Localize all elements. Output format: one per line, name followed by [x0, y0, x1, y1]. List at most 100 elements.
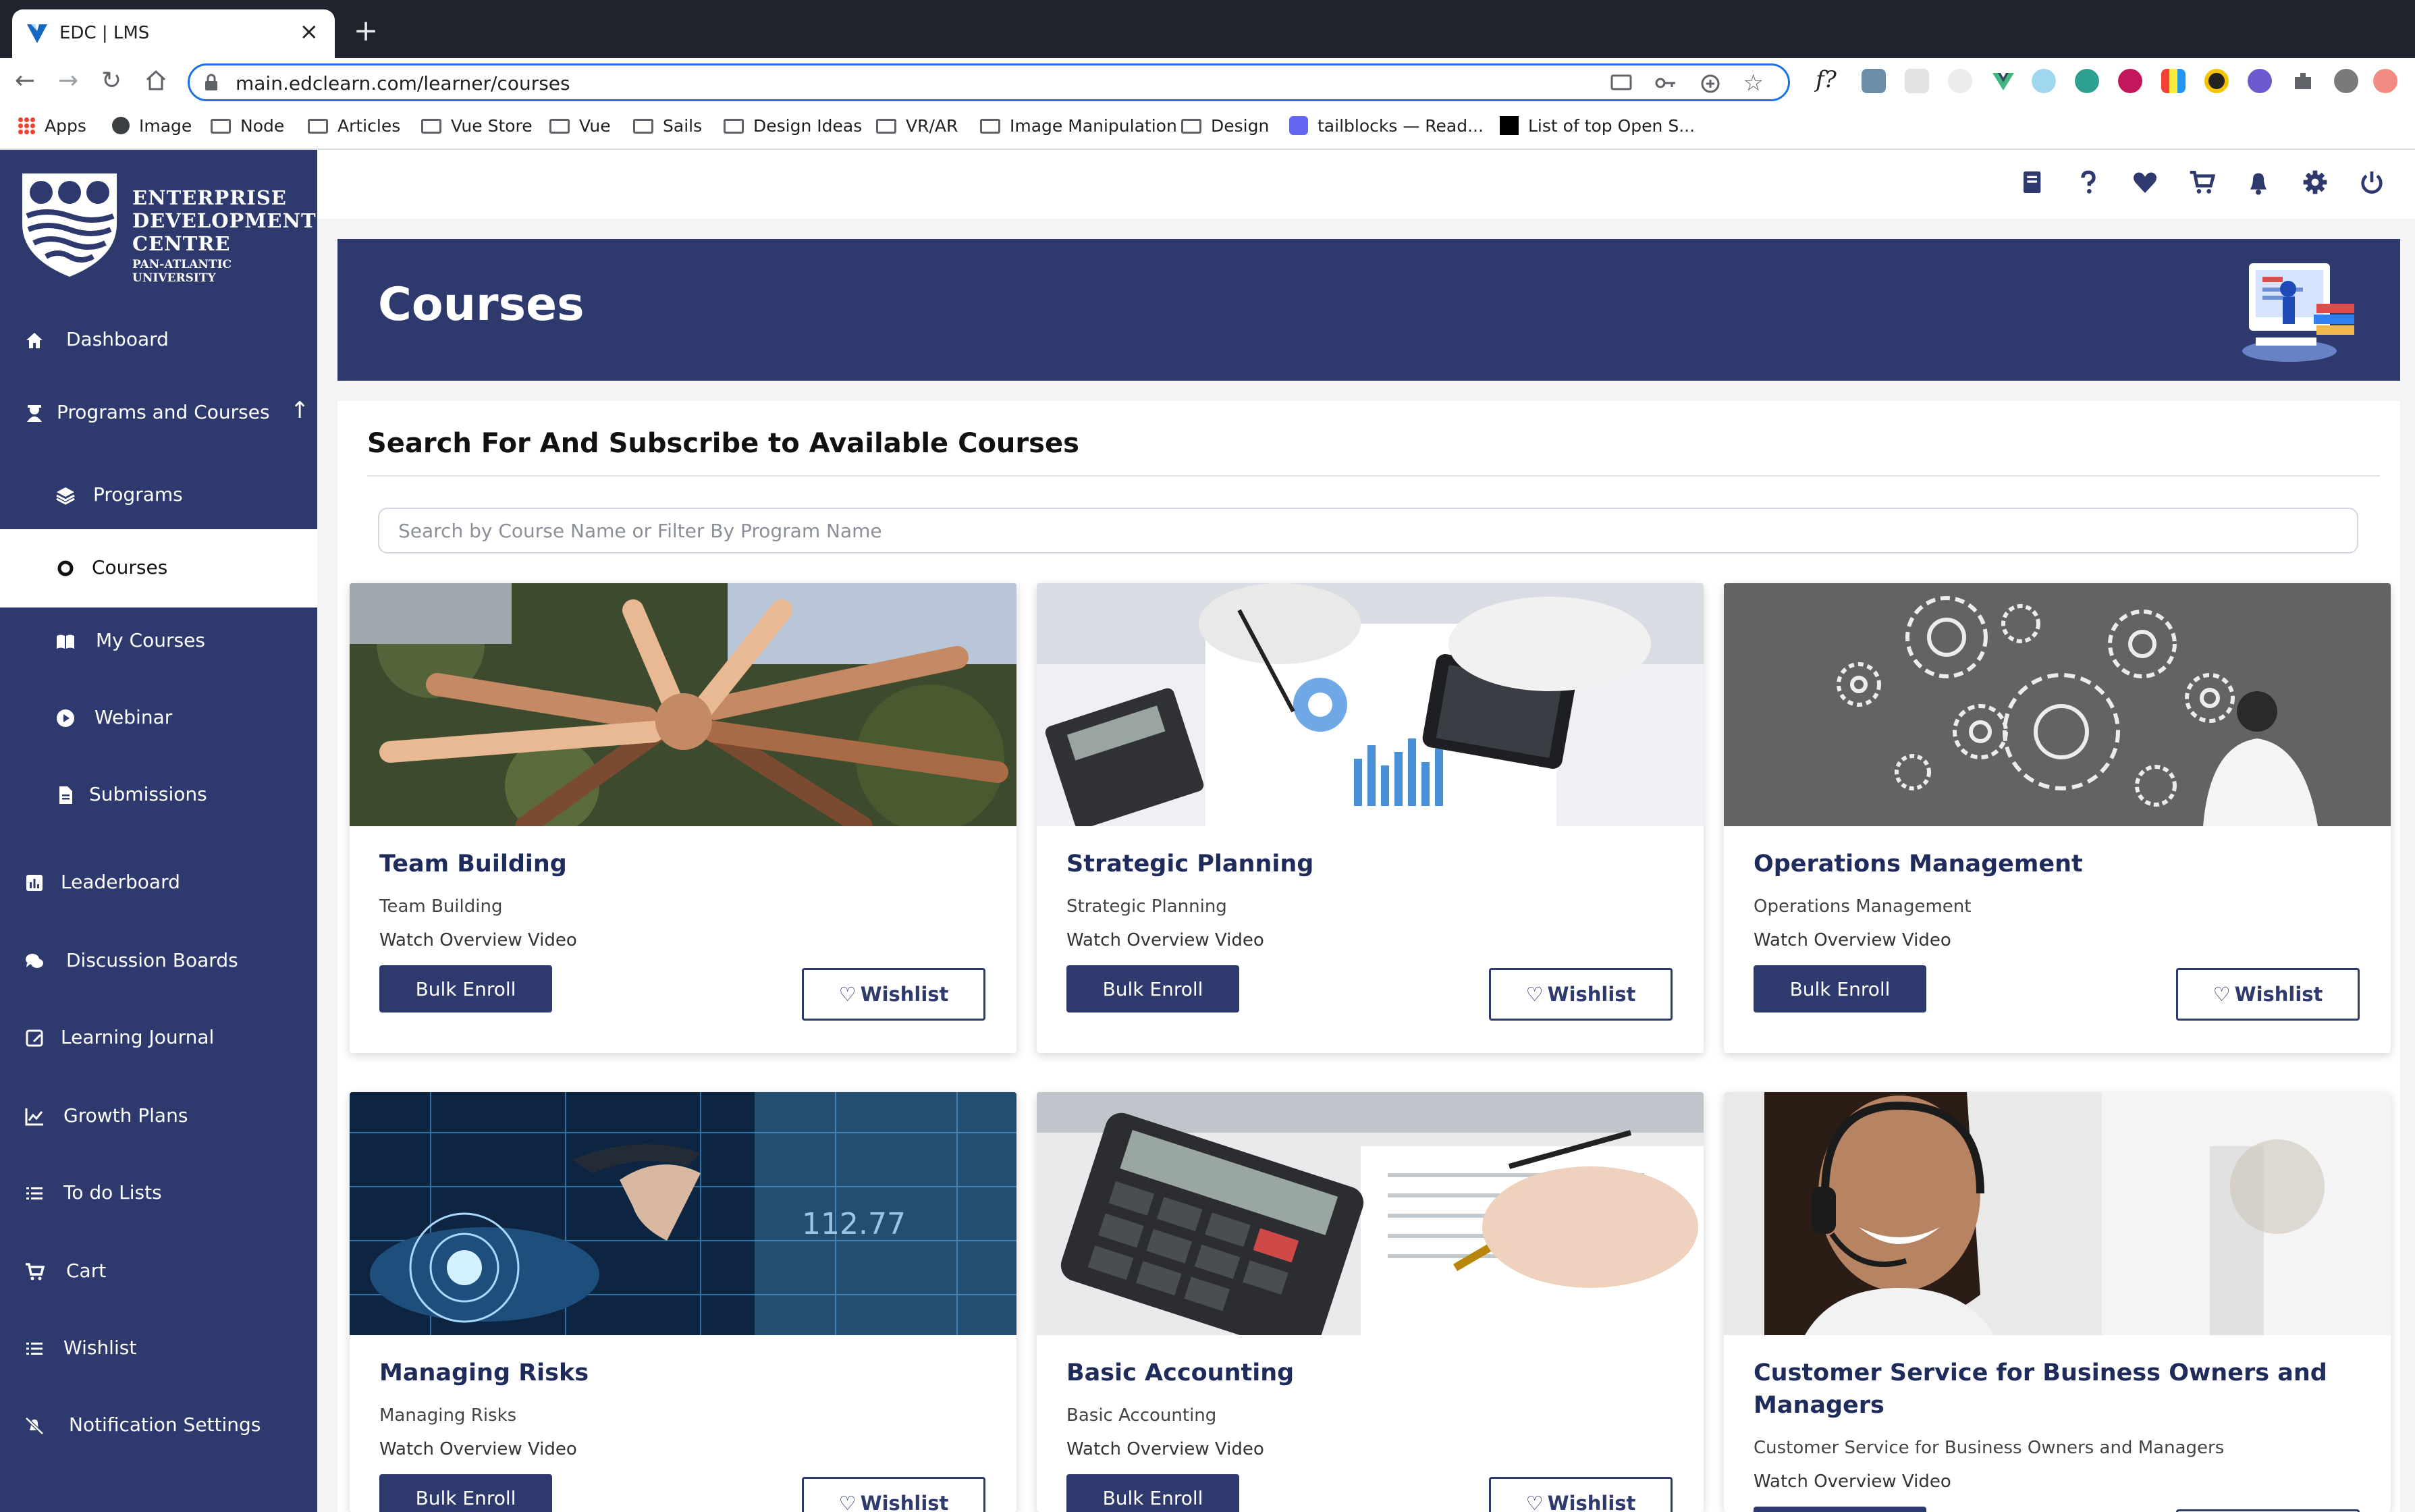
- collapse-arrow-icon[interactable]: ↑: [290, 397, 310, 424]
- tab-close-icon[interactable]: ×: [300, 20, 319, 43]
- home-browser-icon[interactable]: [144, 69, 167, 92]
- bulk-enroll-button[interactable]: Bulk Enroll: [1754, 1507, 1926, 1512]
- course-title[interactable]: Strategic Planning: [1066, 848, 1674, 880]
- sidebar-item-cart[interactable]: Cart: [0, 1239, 317, 1304]
- record-extension-icon[interactable]: [2118, 69, 2142, 93]
- sidebar-item-programs-and-courses[interactable]: Programs and Courses ↑: [0, 381, 317, 446]
- topbar-book-icon[interactable]: [2018, 169, 2048, 198]
- bookmark-vue[interactable]: Vue: [549, 116, 611, 136]
- timer-extension-icon[interactable]: [1948, 69, 1972, 93]
- course-title[interactable]: Customer Service for Business Owners and…: [1754, 1357, 2361, 1422]
- settings-extension-icon[interactable]: [2248, 69, 2272, 93]
- sidebar-item-growth-plans[interactable]: Growth Plans: [0, 1084, 317, 1149]
- topbar-power-icon[interactable]: [2358, 169, 2388, 198]
- sidebar-item-wishlist[interactable]: Wishlist: [0, 1316, 317, 1381]
- course-card[interactable]: Customer Service for Business Owners and…: [1724, 1092, 2391, 1512]
- sidebar-item-courses[interactable]: Courses: [0, 529, 317, 608]
- watch-overview-video-link[interactable]: Watch Overview Video: [1754, 1472, 1951, 1492]
- sidebar-item-to-do-lists[interactable]: To do Lists: [0, 1161, 317, 1226]
- topbar-heart-icon[interactable]: [2132, 169, 2161, 198]
- bookmark-design[interactable]: Design: [1181, 116, 1269, 136]
- bookmark-node[interactable]: Node: [211, 116, 284, 136]
- course-search-input[interactable]: [378, 508, 2358, 554]
- watch-overview-video-link[interactable]: Watch Overview Video: [379, 930, 577, 950]
- sidebar-item-webinar[interactable]: Webinar: [0, 686, 317, 751]
- watch-overview-video-link[interactable]: Watch Overview Video: [1754, 930, 1951, 950]
- course-card[interactable]: Strategic Planning Strategic Planning Watc…: [1037, 583, 1704, 1053]
- bookmark-tailblocks-read[interactable]: tailblocks — Read...: [1289, 116, 1484, 136]
- vue-devtools-icon[interactable]: [1991, 69, 2015, 93]
- course-title[interactable]: Operations Management: [1754, 848, 2361, 880]
- watch-overview-video-link[interactable]: Watch Overview Video: [379, 1439, 577, 1459]
- cast-icon[interactable]: [1610, 74, 1633, 92]
- color-palette-extension-icon[interactable]: [2161, 69, 2186, 93]
- sidebar-item-notification-settings[interactable]: Notification Settings: [0, 1393, 317, 1458]
- sidebar-item-leaderboard[interactable]: Leaderboard: [0, 850, 317, 915]
- bookmark-vr-ar[interactable]: VR/AR: [876, 116, 958, 136]
- topbar-bell-icon[interactable]: [2245, 169, 2275, 198]
- forward-arrow-icon[interactable]: →: [58, 66, 78, 96]
- wishlist-button[interactable]: ♡Wishlist: [802, 968, 985, 1021]
- topbar-question-icon[interactable]: [2075, 169, 2105, 198]
- topbar-cart-icon[interactable]: [2188, 169, 2218, 198]
- course-card[interactable]: Team Building Team Building Watch Overview…: [350, 583, 1016, 1053]
- course-thumbnail[interactable]: [1037, 1092, 1704, 1335]
- sidebar-item-programs[interactable]: Programs: [0, 463, 317, 528]
- bookmark-design-ideas[interactable]: Design Ideas: [724, 116, 862, 136]
- bookmark-sails[interactable]: Sails: [633, 116, 702, 136]
- course-card[interactable]: Operations Management Operations Manageme…: [1724, 583, 2391, 1053]
- eyedropper-extension-icon[interactable]: [1862, 69, 1886, 93]
- course-title[interactable]: Team Building: [379, 848, 987, 880]
- formula-extension-icon[interactable]: f?: [1816, 66, 1837, 93]
- course-thumbnail[interactable]: [1037, 583, 1704, 826]
- course-thumbnail[interactable]: [1724, 583, 2391, 826]
- sidebar-item-dashboard[interactable]: Dashboard: [0, 308, 317, 373]
- puzzle-extensions-icon[interactable]: [2291, 69, 2315, 93]
- wishlist-button[interactable]: ♡Wishlist: [1489, 1477, 1673, 1512]
- course-thumbnail[interactable]: 112.77: [350, 1092, 1016, 1335]
- watch-overview-video-link[interactable]: Watch Overview Video: [1066, 1439, 1264, 1459]
- watch-overview-video-link[interactable]: Watch Overview Video: [1066, 930, 1264, 950]
- course-title[interactable]: Managing Risks: [379, 1357, 987, 1389]
- course-thumbnail[interactable]: [1724, 1092, 2391, 1335]
- sidebar-item-learning-journal[interactable]: Learning Journal: [0, 1006, 317, 1071]
- sidebar-item-discussion-boards[interactable]: Discussion Boards: [0, 929, 317, 994]
- wishlist-button[interactable]: ♡Wishlist: [1489, 968, 1673, 1021]
- bulk-enroll-button[interactable]: Bulk Enroll: [379, 965, 552, 1013]
- zoom-icon[interactable]: [1700, 74, 1720, 94]
- topbar-gear-icon[interactable]: [2302, 169, 2331, 198]
- course-card[interactable]: Basic Accounting Basic Accounting Watch Ov…: [1037, 1092, 1704, 1512]
- grid-extension-icon[interactable]: [1905, 69, 1929, 93]
- bookmark-vue-store[interactable]: Vue Store: [421, 116, 533, 136]
- reload-icon[interactable]: ↻: [101, 66, 121, 96]
- address-bar[interactable]: main.edclearn.com/learner/courses ☆: [188, 63, 1790, 101]
- wishlist-button[interactable]: ♡Wishlist: [2176, 968, 2360, 1021]
- bulk-enroll-button[interactable]: Bulk Enroll: [1066, 1474, 1239, 1512]
- course-thumbnail[interactable]: [350, 583, 1016, 826]
- course-card[interactable]: 112.77 Managing Risks Managing Risks Watch…: [350, 1092, 1016, 1512]
- star-icon[interactable]: ☆: [1743, 70, 1764, 97]
- sidebar-item-my-courses[interactable]: My Courses: [0, 609, 317, 674]
- key-icon[interactable]: [1654, 74, 1677, 92]
- sidebar-item-submissions[interactable]: Submissions: [0, 763, 317, 828]
- back-arrow-icon[interactable]: ←: [15, 66, 35, 96]
- bookmark-image[interactable]: Image: [112, 116, 192, 136]
- bookmark-list-of-top-open-s[interactable]: List of top Open S...: [1500, 116, 1695, 136]
- new-tab-button[interactable]: +: [350, 16, 382, 49]
- bookmark-image-manipulation[interactable]: Image Manipulation: [980, 116, 1177, 136]
- react-devtools-icon[interactable]: [2032, 69, 2056, 93]
- edc-logo[interactable]: ENTERPRISE DEVELOPMENT CENTRE PAN-ATLANT…: [19, 170, 316, 285]
- bookmark-apps[interactable]: Apps: [18, 116, 86, 136]
- browser-tab[interactable]: EDC | LMS ×: [12, 9, 335, 58]
- bookmark-articles[interactable]: Articles: [308, 116, 400, 136]
- m-extension-icon[interactable]: [2075, 69, 2099, 93]
- play-extension-icon[interactable]: [2204, 69, 2229, 93]
- bulk-enroll-button[interactable]: Bulk Enroll: [1754, 965, 1926, 1013]
- bulk-enroll-button[interactable]: Bulk Enroll: [1066, 965, 1239, 1013]
- bulk-enroll-button[interactable]: Bulk Enroll: [379, 1474, 552, 1512]
- course-title[interactable]: Basic Accounting: [1066, 1357, 1674, 1389]
- menu-extension-icon[interactable]: [2373, 69, 2397, 93]
- profile-avatar-icon[interactable]: [2334, 69, 2358, 93]
- wishlist-button[interactable]: ♡Wishlist: [2176, 1509, 2360, 1512]
- wishlist-button[interactable]: ♡Wishlist: [802, 1477, 985, 1512]
